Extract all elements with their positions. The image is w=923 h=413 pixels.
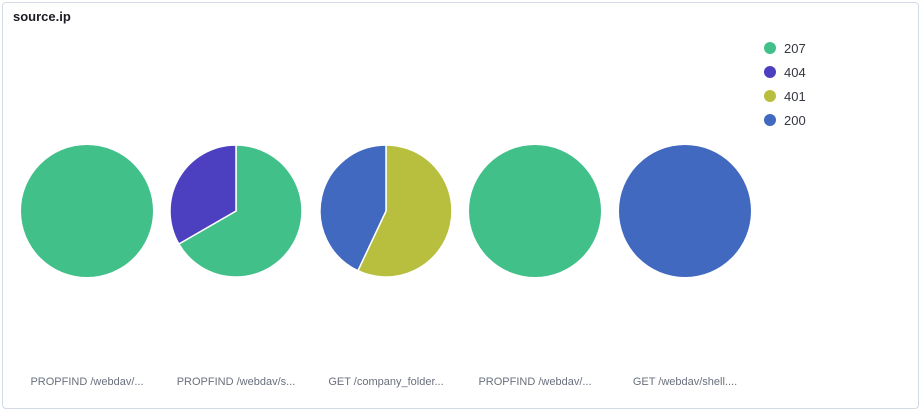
pie-slice-200[interactable]	[619, 145, 751, 277]
pie-label: PROPFIND /webdav/s...	[176, 376, 296, 388]
legend-swatch	[764, 66, 776, 78]
pie-label: GET /webdav/shell....	[632, 376, 738, 388]
legend-swatch	[764, 90, 776, 102]
legend-label: 207	[784, 40, 806, 56]
pie-slice-207[interactable]	[21, 145, 153, 277]
pie-5	[619, 145, 751, 277]
pie-1	[21, 145, 153, 277]
legend-label: 401	[784, 88, 806, 104]
legend-swatch	[764, 42, 776, 54]
legend-label: 200	[784, 112, 806, 128]
legend-swatch	[764, 114, 776, 126]
pie-label: GET /company_folder...	[328, 376, 444, 388]
pie-4	[469, 145, 601, 277]
pie-3	[319, 144, 453, 278]
pie-2	[169, 144, 303, 278]
legend-item-200[interactable]: 200	[764, 108, 806, 132]
legend-item-404[interactable]: 404	[764, 60, 806, 84]
chart-legend: 207 404 401 200	[764, 36, 806, 132]
pie-label: PROPFIND /webdav/...	[478, 376, 592, 388]
pie-slice-207[interactable]	[469, 145, 601, 277]
legend-item-401[interactable]: 401	[764, 84, 806, 108]
legend-item-207[interactable]: 207	[764, 36, 806, 60]
legend-label: 404	[784, 64, 806, 80]
pie-label: PROPFIND /webdav/...	[30, 376, 144, 388]
